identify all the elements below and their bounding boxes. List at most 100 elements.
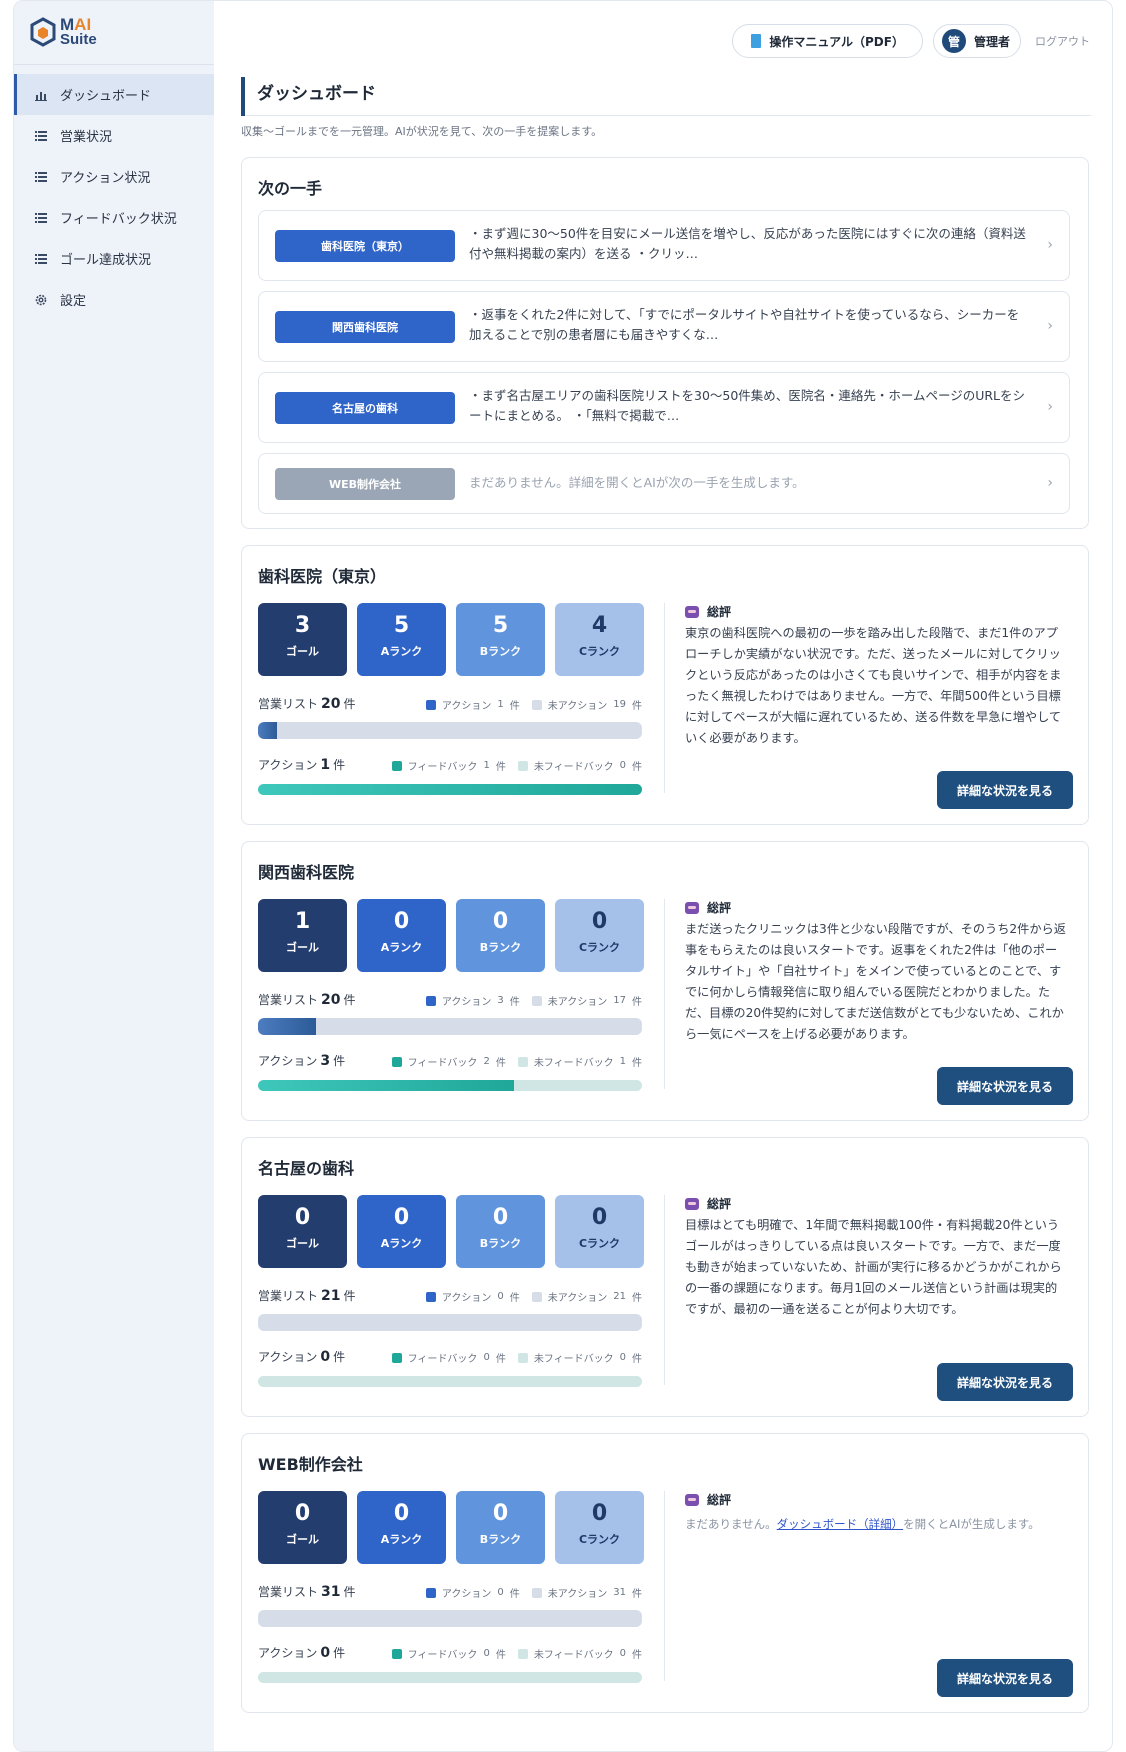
legend-action-count: 0 [497,1587,504,1598]
sales-list-label: 営業リスト [258,1585,319,1599]
sidebar: MAI Suite ダッシュボード 営業状況 アクション状況 フィードバック状況… [14,1,214,1751]
b-rank-stat: 0 Bランク [456,1195,545,1268]
review-label: 総評 [707,1197,732,1211]
sidebar-item-settings[interactable]: 設定 [14,279,214,320]
app-frame: MAI Suite ダッシュボード 営業状況 アクション状況 フィードバック状況… [13,0,1113,1752]
b-rank-count: 0 [492,1205,509,1230]
sidebar-item-goals[interactable]: ゴール達成状況 [14,238,214,279]
view-details-button[interactable]: 詳細な状況を見る [937,1067,1073,1105]
legend-feedback-label: フィードバック [407,1058,478,1069]
review-text: まだ送ったクリニックは3件と少ない段階ですが、そのうち2件から返事をもらえたのは… [685,922,1066,1041]
project-badge: WEB制作会社 [275,468,455,500]
feedback-progress-bar [258,1376,642,1387]
chevron-right-icon: › [1047,237,1053,253]
legend-no-action-label: 未アクション [547,1293,608,1304]
legend-action-label: アクション [441,997,492,1008]
goal-stat: 3 ゴール [258,603,347,676]
next-moves-card: 次の一手 歯科医院（東京） ・まず週に30〜50件を目安にメール送信を増やし、反… [241,157,1089,529]
logout-link[interactable]: ログアウト [1035,33,1090,49]
goal-count: 0 [294,1205,311,1230]
sidebar-item-sales[interactable]: 営業状況 [14,115,214,156]
sidebar-item-dashboard[interactable]: ダッシュボード [14,74,214,115]
sales-list-label: 営業リスト [258,697,319,711]
gear-icon [34,293,48,307]
feedback-legend: フィードバック 2 件 未フィードバック 1 件 [391,1054,642,1069]
action-legend: アクション 0 件 未アクション 31 件 [425,1585,642,1600]
sales-list-row: 営業リスト 31 件 アクション 0 件 未アクション 31 件 [258,1583,642,1601]
unit-label: 件 [343,1585,356,1599]
chevron-right-icon: › [1047,318,1053,334]
no-action-legend-swatch [531,699,542,710]
action-legend: アクション 1 件 未アクション 19 件 [425,697,642,712]
c-rank-count: 0 [591,909,608,934]
b-rank-count: 5 [492,613,509,638]
view-details-button[interactable]: 詳細な状況を見る [937,1659,1073,1697]
robot-icon [685,605,699,618]
unit-label: 件 [333,1054,346,1068]
legend-no-feedback-count: 0 [619,1352,626,1363]
action-label: アクション [258,1350,318,1364]
action-legend: アクション 3 件 未アクション 17 件 [425,993,642,1008]
view-details-button[interactable]: 詳細な状況を見る [937,1363,1073,1401]
action-label: アクション [258,758,318,772]
next-move-item[interactable]: 名古屋の歯科 ・まず名古屋エリアの歯科医院リストを30〜50件集め、医院名・連絡… [258,372,1070,443]
b-rank-stat: 0 Bランク [456,1491,545,1564]
action-count: 0 [320,1645,331,1661]
top-bar: 操作マニュアル（PDF） 管 管理者 ログアウト [732,24,1090,58]
unit-label: 件 [509,997,520,1008]
legend-no-feedback-label: 未フィードバック [533,1650,614,1661]
list-icon [34,170,48,184]
logo-hex-icon [30,17,56,47]
legend-feedback-count: 2 [483,1056,490,1067]
a-rank-stat: 5 Aランク [357,603,446,676]
sales-progress-fill [258,1018,316,1035]
review-header: 総評 [685,603,731,620]
unit-label: 件 [632,1589,642,1600]
review-header: 総評 [685,1491,731,1508]
action-label: アクション [258,1054,318,1068]
b-rank-label: Bランク [479,941,522,954]
unit-label: 件 [509,1589,520,1600]
project-badge: 名古屋の歯科 [275,392,455,424]
no-action-legend-swatch [531,1587,542,1598]
review-text: まだありません。ダッシュボード（詳細）を開くとAIが生成します。 [685,1514,1069,1535]
b-rank-label: Bランク [479,1533,522,1546]
action-row: アクション 0 件 フィードバック 0 件 未フィードバック 0 件 [258,1644,642,1662]
user-menu-button[interactable]: 管 管理者 [932,24,1021,58]
next-moves-title: 次の一手 [258,179,323,198]
unit-label: 件 [333,1646,346,1660]
a-rank-stat: 0 Aランク [357,899,446,972]
sales-list-count: 20 [321,696,341,712]
dashboard-detail-link[interactable]: ダッシュボード（詳細） [777,1517,904,1531]
legend-action-count: 1 [497,699,504,710]
app-logo[interactable]: MAI Suite [30,16,97,47]
no-feedback-legend-swatch [517,1056,528,1067]
list-icon [34,129,48,143]
feedback-progress-fill [258,1080,515,1091]
goal-count: 1 [294,909,311,934]
a-rank-label: Aランク [380,1237,423,1250]
sales-list-row: 営業リスト 21 件 アクション 0 件 未アクション 21 件 [258,1287,642,1305]
action-legend-swatch [425,995,436,1006]
unit-label: 件 [495,762,506,773]
sidebar-item-actions[interactable]: アクション状況 [14,156,214,197]
sales-progress-bar [258,1018,642,1035]
sales-progress-bar [258,1314,642,1331]
user-label: 管理者 [973,34,1010,49]
next-move-item[interactable]: WEB制作会社 まだありません。詳細を開くとAIが次の一手を生成します。 › [258,453,1070,514]
manual-pdf-button[interactable]: 操作マニュアル（PDF） [732,24,923,58]
legend-feedback-label: フィードバック [407,762,478,773]
goal-stat: 1 ゴール [258,899,347,972]
view-details-button[interactable]: 詳細な状況を見る [937,771,1073,809]
column-divider [664,1195,665,1385]
next-move-item[interactable]: 歯科医院（東京） ・まず週に30〜50件を目安にメール送信を増やし、反応があった… [258,210,1070,281]
next-move-item[interactable]: 関西歯科医院 ・返事をくれた2件に対して、「すでにポータルサイトや自社サイトを使… [258,291,1070,362]
feedback-legend: フィードバック 0 件 未フィードバック 0 件 [391,1350,642,1365]
feedback-legend-swatch [391,1352,402,1363]
unit-label: 件 [509,701,520,712]
legend-action-label: アクション [441,1589,492,1600]
project-card: 歯科医院（東京） 3 ゴール 5 Aランク 5 Bランク 4 Cランク 営業リスト 20 件… [241,545,1089,825]
review-suffix: を開くとAIが生成します。 [903,1517,1040,1531]
review-header: 総評 [685,899,731,916]
sidebar-item-feedback[interactable]: フィードバック状況 [14,197,214,238]
